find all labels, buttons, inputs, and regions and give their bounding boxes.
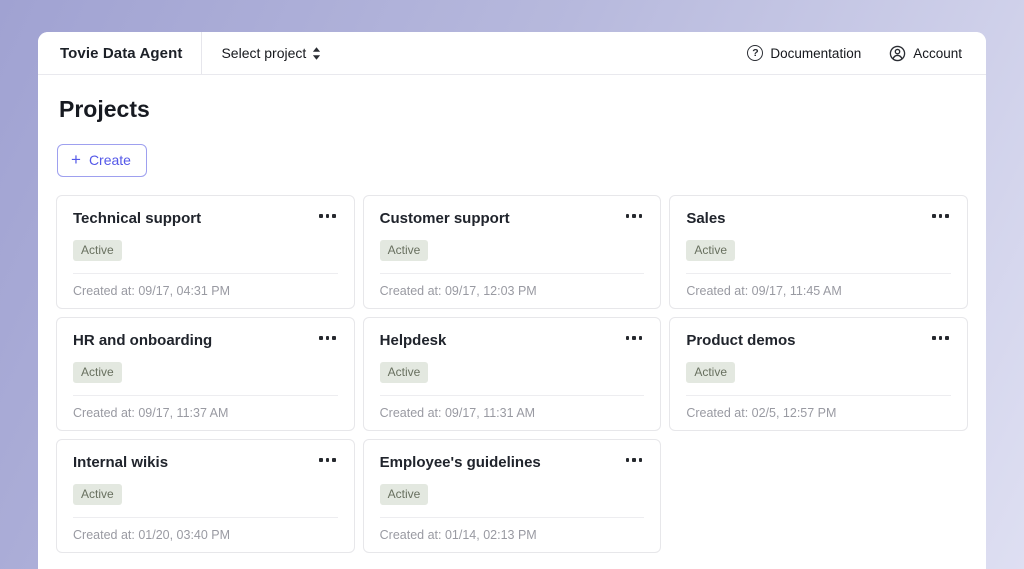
ellipsis-icon xyxy=(626,336,643,340)
project-title: Internal wikis xyxy=(73,454,168,471)
more-options-button[interactable] xyxy=(317,454,338,466)
app-window: Tovie Data Agent Select project ? Docume… xyxy=(38,32,986,569)
project-title: Helpdesk xyxy=(380,332,447,349)
project-selector[interactable]: Select project xyxy=(221,45,321,61)
more-options-button[interactable] xyxy=(317,210,338,222)
project-title: Product demos xyxy=(686,332,795,349)
top-bar-right: ? Documentation Account xyxy=(747,45,962,62)
status-badge: Active xyxy=(380,240,429,261)
ellipsis-icon xyxy=(319,458,336,462)
project-selector-label: Select project xyxy=(221,45,306,61)
header-divider xyxy=(201,32,202,74)
project-title: Sales xyxy=(686,210,725,227)
project-card-customer-support[interactable]: Customer support Active Created at: 09/1… xyxy=(363,195,662,309)
plus-icon: + xyxy=(71,151,81,168)
help-icon: ? xyxy=(747,45,763,61)
more-options-button[interactable] xyxy=(317,332,338,344)
status-badge: Active xyxy=(686,362,735,383)
ellipsis-icon xyxy=(932,214,949,218)
more-options-button[interactable] xyxy=(624,210,645,222)
project-card-helpdesk[interactable]: Helpdesk Active Created at: 09/17, 11:31… xyxy=(363,317,662,431)
account-icon xyxy=(889,45,906,62)
documentation-link[interactable]: ? Documentation xyxy=(747,45,861,61)
created-at-text: Created at: 02/5, 12:57 PM xyxy=(686,395,951,420)
project-title: Customer support xyxy=(380,210,510,227)
account-label: Account xyxy=(913,46,962,61)
more-options-button[interactable] xyxy=(930,332,951,344)
ellipsis-icon xyxy=(626,214,643,218)
project-card-hr-and-onboarding[interactable]: HR and onboarding Active Created at: 09/… xyxy=(56,317,355,431)
created-at-text: Created at: 09/17, 11:45 AM xyxy=(686,273,951,298)
created-at-text: Created at: 09/17, 04:31 PM xyxy=(73,273,338,298)
more-options-button[interactable] xyxy=(930,210,951,222)
brand-logo[interactable]: Tovie Data Agent xyxy=(60,45,182,62)
status-badge: Active xyxy=(73,484,122,505)
status-badge: Active xyxy=(73,362,122,383)
ellipsis-icon xyxy=(319,214,336,218)
top-bar: Tovie Data Agent Select project ? Docume… xyxy=(38,32,986,75)
unfold-arrows-icon xyxy=(312,47,321,60)
ellipsis-icon xyxy=(626,458,643,462)
more-options-button[interactable] xyxy=(624,332,645,344)
created-at-text: Created at: 09/17, 11:37 AM xyxy=(73,395,338,420)
ellipsis-icon xyxy=(932,336,949,340)
create-button-label: Create xyxy=(89,152,131,168)
project-title: Technical support xyxy=(73,210,201,227)
project-card-sales[interactable]: Sales Active Created at: 09/17, 11:45 AM xyxy=(669,195,968,309)
project-title: Employee's guidelines xyxy=(380,454,541,471)
created-at-text: Created at: 01/14, 02:13 PM xyxy=(380,517,645,542)
created-at-text: Created at: 01/20, 03:40 PM xyxy=(73,517,338,542)
main-content: Projects + Create Technical support Acti… xyxy=(38,75,986,553)
project-card-employees-guidelines[interactable]: Employee's guidelines Active Created at:… xyxy=(363,439,662,553)
documentation-label: Documentation xyxy=(770,46,861,61)
ellipsis-icon xyxy=(319,336,336,340)
status-badge: Active xyxy=(686,240,735,261)
more-options-button[interactable] xyxy=(624,454,645,466)
status-badge: Active xyxy=(380,484,429,505)
created-at-text: Created at: 09/17, 12:03 PM xyxy=(380,273,645,298)
project-card-product-demos[interactable]: Product demos Active Created at: 02/5, 1… xyxy=(669,317,968,431)
project-title: HR and onboarding xyxy=(73,332,212,349)
project-card-internal-wikis[interactable]: Internal wikis Active Created at: 01/20,… xyxy=(56,439,355,553)
created-at-text: Created at: 09/17, 11:31 AM xyxy=(380,395,645,420)
project-card-technical-support[interactable]: Technical support Active Created at: 09/… xyxy=(56,195,355,309)
page-title: Projects xyxy=(59,96,968,123)
create-project-button[interactable]: + Create xyxy=(57,144,147,177)
status-badge: Active xyxy=(380,362,429,383)
projects-grid: Technical support Active Created at: 09/… xyxy=(56,195,968,553)
account-button[interactable]: Account xyxy=(889,45,962,62)
status-badge: Active xyxy=(73,240,122,261)
